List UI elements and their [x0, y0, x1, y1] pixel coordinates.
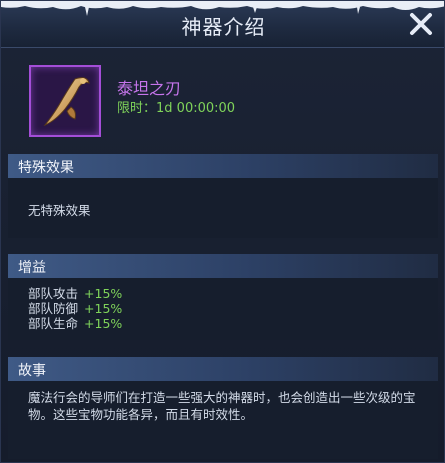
story-text: 魔法行会的导师们在打造一些强大的神器时，也会创造出一些次级的宝物。这些宝物功能各… [28, 390, 416, 422]
artifact-info-panel: 神器介绍 泰坦之刃 限时：1d 00:00:00 特殊效果 无特殊效果 增益 部… [0, 0, 445, 463]
buff-row: 部队攻击 +15% [28, 286, 122, 302]
close-button[interactable] [406, 9, 436, 39]
buff-label: 部队攻击 [28, 286, 79, 301]
item-name: 泰坦之刃 [117, 79, 182, 98]
section-buffs-header: 增益 [8, 254, 438, 278]
buff-label: 部队生命 [28, 316, 79, 331]
item-time-limit: 限时：1d 00:00:00 [117, 97, 235, 116]
buff-value: +15% [84, 316, 123, 331]
page-title: 神器介绍 [181, 15, 266, 39]
close-icon [410, 13, 432, 35]
buff-value: +15% [84, 301, 123, 316]
buff-row: 部队生命 +15% [28, 316, 122, 332]
time-value: 1d 00:00:00 [156, 101, 236, 116]
curved-dagger-icon [43, 77, 90, 127]
special-effect-text: 无特殊效果 [28, 203, 91, 218]
section-special-header: 特殊效果 [8, 154, 438, 178]
buff-label: 部队防御 [28, 301, 79, 316]
buff-row: 部队防御 +15% [28, 301, 122, 317]
time-label: 限时： [117, 101, 157, 116]
section-buffs-title: 增益 [18, 260, 46, 276]
buff-value: +15% [84, 286, 123, 301]
section-story-title: 故事 [18, 363, 46, 379]
section-story-header: 故事 [8, 357, 438, 381]
item-icon-frame[interactable] [29, 65, 101, 137]
header-bar: 神器介绍 [1, 1, 444, 48]
section-special-title: 特殊效果 [18, 160, 74, 176]
